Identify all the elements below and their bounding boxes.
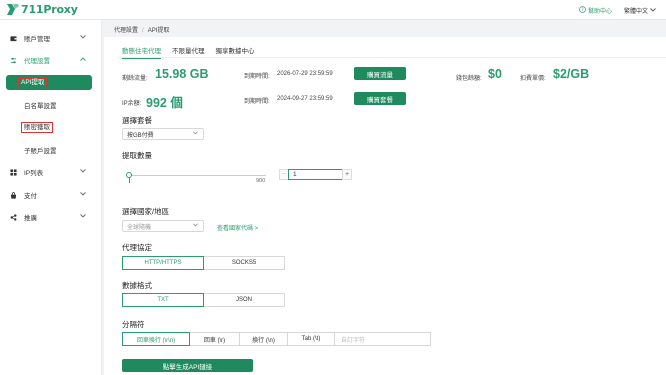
remaining-traffic-label: 剩餘流量: <box>122 76 148 82</box>
help-circle-icon: ? <box>579 6 586 15</box>
sidebar-item-label: IP列表 <box>24 170 44 177</box>
separator-option-tab[interactable]: Tab (\t) <box>287 332 335 346</box>
sidebar-item-label: 代理設置 <box>24 58 50 65</box>
logo-text: 711Proxy <box>21 3 78 16</box>
separator-option-cr[interactable]: 回車 (\r) <box>189 332 240 346</box>
breadcrumb-current: API提取 <box>147 28 170 34</box>
protocol-selector: HTTP/HTTPS SOCKS5 <box>122 256 285 270</box>
package-label: 選擇套餐 <box>122 116 152 125</box>
quantity-slider-track[interactable] <box>130 175 266 176</box>
sidebar-subitem-whitelist[interactable]: 白名單設置 <box>24 100 57 110</box>
chevron-up-icon <box>80 57 86 63</box>
chevron-down-icon <box>80 169 86 175</box>
separator-custom-input[interactable]: 自訂字符 <box>334 332 431 346</box>
generate-api-link-button[interactable]: 點擊生成API鏈接 <box>122 359 253 372</box>
wallet-icon <box>10 35 17 42</box>
separator-selector: 回車換行 (\r\n) 回車 (\r) 換行 (\n) Tab (\t) 自訂字… <box>122 332 431 346</box>
ip-expiry-value: 2024-09-27 23:59:59 <box>277 96 333 102</box>
language-label: 繁體中文 <box>623 9 648 15</box>
buy-traffic-button[interactable]: 購買流量 <box>354 67 406 80</box>
sidebar: 賬戶管理 代理設置 API提取 白名單設置 賬密獲取 子賬戶設置 IP列表 支付 <box>0 20 102 375</box>
ip-remaining-value: 992 個 <box>146 96 183 110</box>
language-selector[interactable]: 繁體中文 <box>624 6 656 15</box>
logo-mark-icon <box>6 3 20 16</box>
ip-remaining-label: IP余額: <box>122 101 142 107</box>
format-label: 數據格式 <box>122 281 152 290</box>
breadcrumb-separator: / <box>142 28 144 34</box>
format-selector: TXT JSON <box>122 293 285 307</box>
main-panel: 動態住宅代理 不限量代理 獨享數據中心 剩餘流量: 15.98 GB 到期時間:… <box>104 37 666 375</box>
view-country-codes-link[interactable]: 查看國家代碼 > <box>217 223 258 232</box>
sidebar-item-proxy-settings[interactable]: 代理設置 <box>0 53 102 67</box>
region-label: 選擇國家/地區 <box>122 207 170 216</box>
chevron-down-icon <box>80 192 86 198</box>
sidebar-item-ip-list[interactable]: IP列表 <box>0 165 102 179</box>
chevron-down-icon <box>80 35 86 41</box>
wallet-balance-value: $0 <box>488 67 502 81</box>
traffic-expiry-value: 2026-07-29 23:59:59 <box>277 71 333 77</box>
chevron-down-icon <box>193 131 198 137</box>
sidebar-item-account[interactable]: 賬戶管理 <box>0 31 102 45</box>
sidebar-item-promotion[interactable]: 推廣 <box>0 210 102 224</box>
bag-icon <box>10 191 17 199</box>
top-bar: 711Proxy ? 幫助中心 繁體中文 <box>0 0 666 20</box>
slider-max-label: 900 <box>256 178 266 184</box>
deduct-price-value: $2/GB <box>553 67 590 81</box>
package-selected-value: 按GB付費 <box>127 132 154 139</box>
buy-package-button[interactable]: 購買套餐 <box>354 92 406 105</box>
sidebar-subitem-api-extract[interactable]: API提取 <box>6 75 92 90</box>
settings-sliders-icon <box>10 57 17 64</box>
quantity-stepper: − 1 + <box>279 169 352 180</box>
region-placeholder: 全球隨機 <box>127 224 152 231</box>
sidebar-item-label: 推廣 <box>24 215 37 222</box>
tab-divider <box>118 57 666 58</box>
grid-icon <box>10 168 17 176</box>
traffic-expiry-label: 到期時間: <box>244 74 270 80</box>
help-center-link[interactable]: ? 幫助中心 <box>579 6 612 15</box>
breadcrumb: 代理設置 / API提取 <box>114 25 169 34</box>
wallet-balance-label: 錢包餘額: <box>456 76 482 82</box>
breadcrumb-parent[interactable]: 代理設置 <box>114 28 138 34</box>
remaining-traffic-value: 15.98 GB <box>155 67 209 81</box>
format-option-json[interactable]: JSON <box>203 293 285 307</box>
sidebar-item-label: 支付 <box>24 193 37 200</box>
quantity-input[interactable]: 1 <box>288 169 343 180</box>
ip-expiry-label: 到期時間: <box>244 99 270 105</box>
package-select[interactable]: 按GB付費 <box>122 128 204 140</box>
chevron-down-icon <box>650 7 656 14</box>
help-center-label: 幫助中心 <box>587 9 612 15</box>
sidebar-subitem-credentials[interactable]: 賬密獲取 <box>21 121 53 133</box>
share-icon <box>10 213 17 221</box>
svg-text:?: ? <box>581 7 583 12</box>
region-select[interactable]: 全球隨機 <box>122 220 204 232</box>
quantity-label: 提取數量 <box>122 151 152 160</box>
sidebar-subitem-sub-accounts[interactable]: 子賬戶設置 <box>24 145 57 155</box>
separator-option-crlf[interactable]: 回車換行 (\r\n) <box>122 332 190 346</box>
separator-label: 分隔符 <box>122 320 145 329</box>
deduct-price-label: 扣費單價: <box>520 76 546 82</box>
format-option-txt[interactable]: TXT <box>122 293 204 307</box>
chevron-down-icon <box>80 214 86 220</box>
sidebar-subitem-label: API提取 <box>18 77 48 88</box>
chevron-down-icon <box>193 223 198 229</box>
protocol-label: 代理協定 <box>122 243 152 252</box>
sidebar-item-label: 賬戶管理 <box>24 36 50 43</box>
quantity-increase-button[interactable]: + <box>342 169 352 180</box>
slider-tick <box>128 177 130 183</box>
logo[interactable]: 711Proxy <box>6 3 78 16</box>
separator-option-lf[interactable]: 換行 (\n) <box>239 332 288 346</box>
protocol-option-socks5[interactable]: SOCKS5 <box>203 256 285 270</box>
sidebar-subitem-label: 賬密獲取 <box>21 122 53 133</box>
protocol-option-http[interactable]: HTTP/HTTPS <box>122 256 204 270</box>
sidebar-item-payment[interactable]: 支付 <box>0 188 102 202</box>
